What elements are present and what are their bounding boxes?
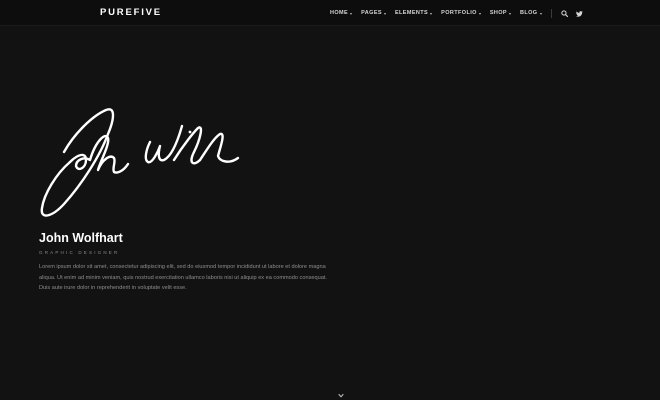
chevron-down-icon: [478, 12, 481, 15]
chevron-down-icon: [539, 12, 542, 15]
hero-description: Lorem ipsum dolor sit amet, consectetur …: [39, 264, 327, 291]
menu-label: HOME: [330, 10, 349, 16]
menu-label: ELEMENTS: [394, 10, 429, 16]
menu-label: BLOG: [520, 10, 538, 16]
signature-dot: [188, 130, 192, 134]
hero-name: John Wolfhart: [39, 231, 123, 245]
menu-item-shop[interactable]: SHOP: [490, 9, 511, 18]
search-icon[interactable]: [560, 9, 569, 18]
menu-item-blog[interactable]: BLOG: [520, 9, 542, 18]
top-navbar: PUREFIVE HOME PAGES ELEMENTS PORTFOLIO S…: [0, 0, 660, 26]
chevron-down-icon[interactable]: [336, 387, 346, 398]
signature-stroke-tail: [198, 132, 240, 163]
signature-image: [40, 108, 240, 217]
chevron-down-icon: [350, 12, 353, 15]
signature-stroke-wolf-loop: [172, 126, 203, 165]
main-menu: HOME PAGES ELEMENTS PORTFOLIO SHOP BLOG: [330, 9, 588, 18]
menu-label: SHOP: [489, 10, 507, 16]
chevron-down-icon: [383, 12, 386, 15]
chevron-down-icon: [430, 12, 433, 15]
chevron-down-icon: [509, 12, 511, 15]
twitter-icon[interactable]: [575, 9, 584, 18]
menu-item-elements[interactable]: ELEMENTS: [394, 9, 433, 18]
hero-role: GRAPHIC DESIGNER: [39, 250, 120, 255]
menu-item-pages[interactable]: PAGES: [361, 9, 386, 18]
menu-label: PAGES: [361, 10, 382, 16]
menu-item-portfolio[interactable]: PORTFOLIO: [441, 9, 481, 18]
menu-item-home[interactable]: HOME: [330, 9, 353, 18]
site-logo[interactable]: PUREFIVE: [100, 7, 162, 19]
menu-divider: [550, 9, 552, 18]
menu-label: PORTFOLIO: [441, 10, 477, 16]
